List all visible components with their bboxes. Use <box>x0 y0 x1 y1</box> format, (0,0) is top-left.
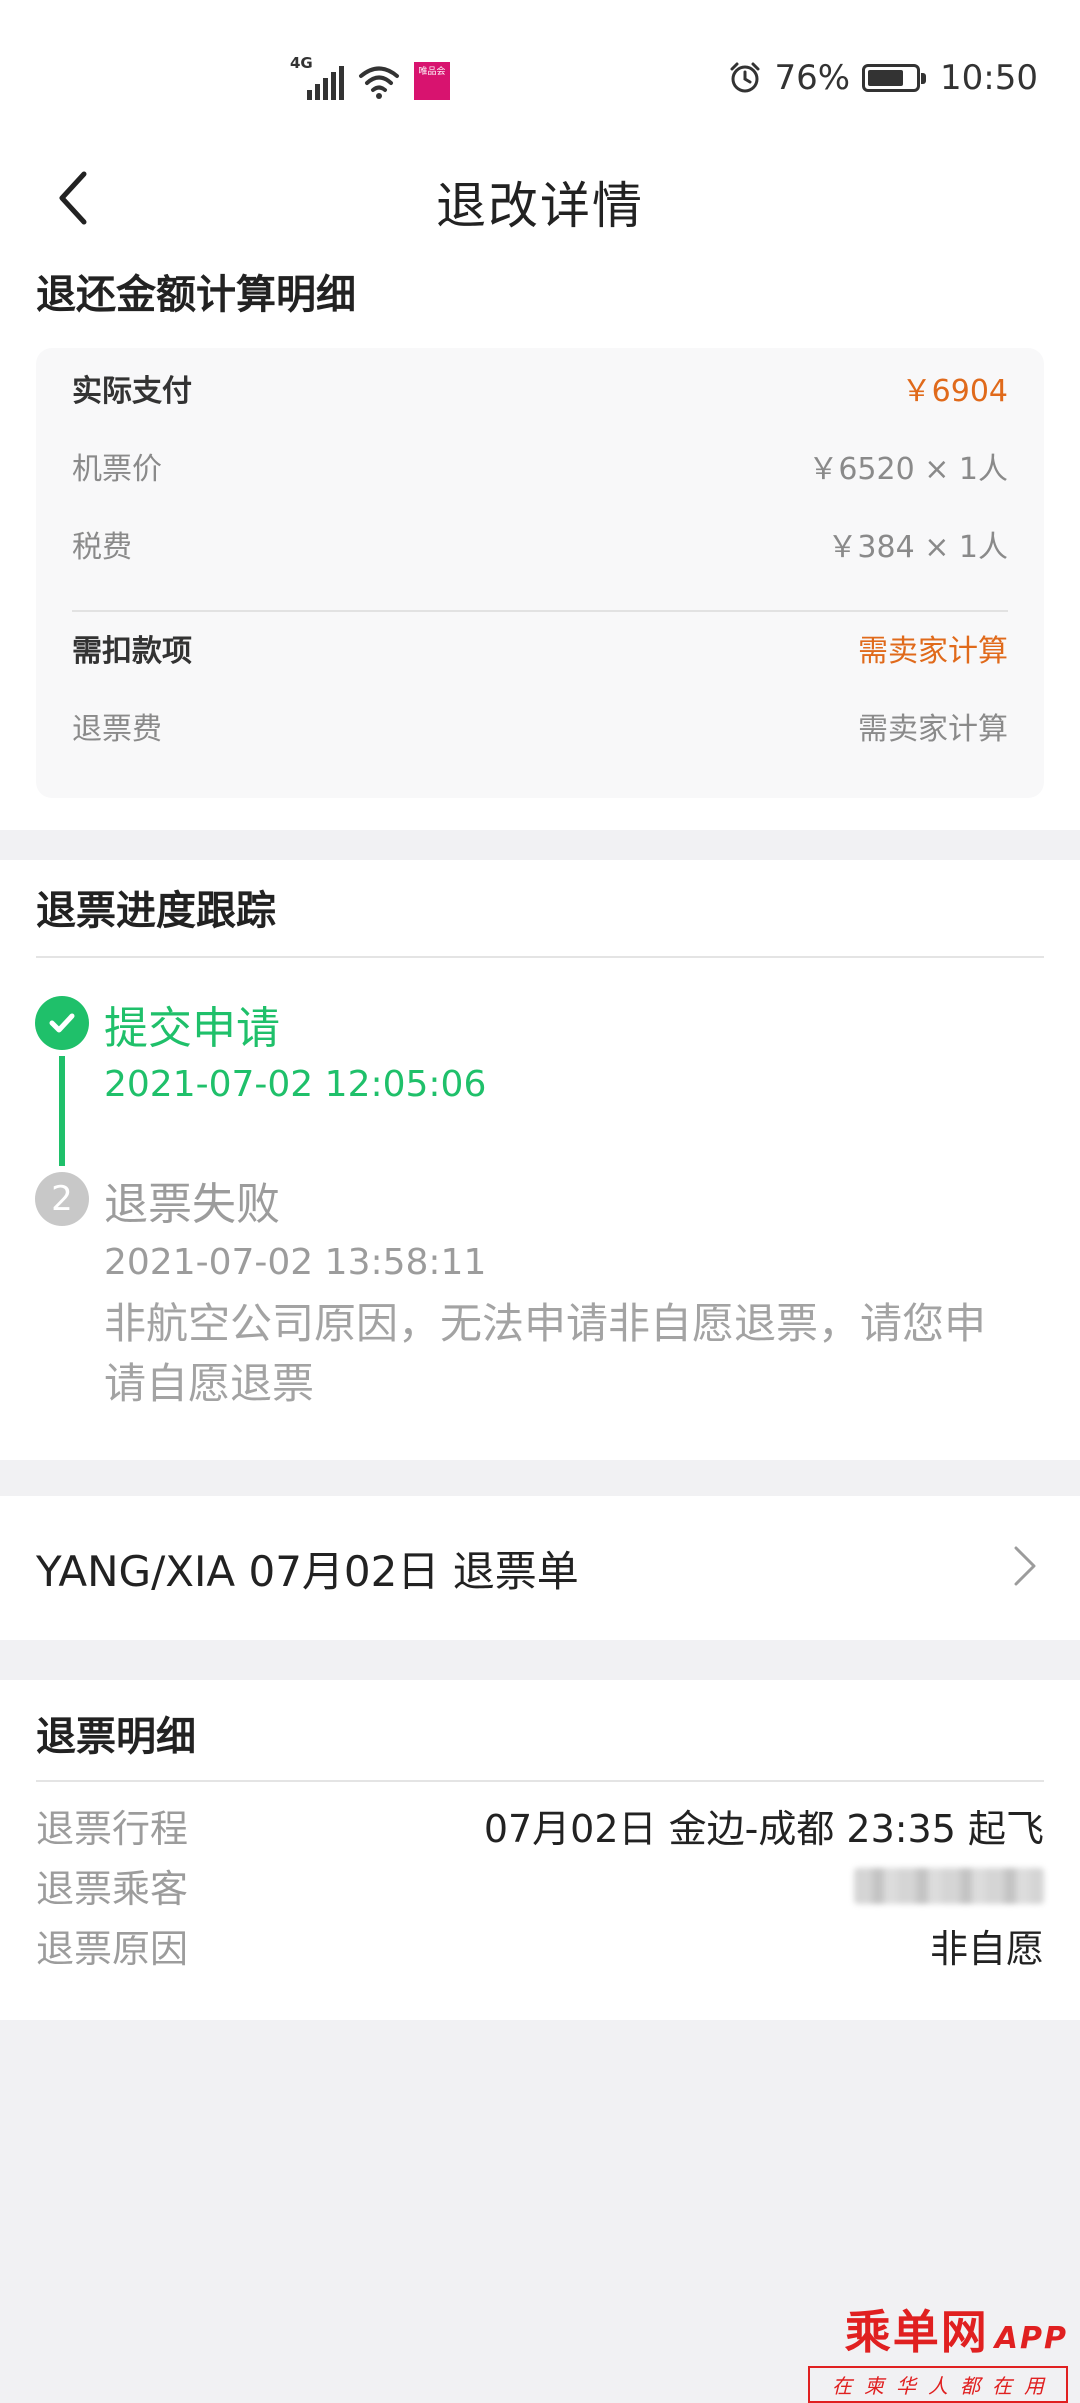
reason-value: 非自愿 <box>929 1927 1044 1971</box>
clock: 10:50 <box>940 58 1038 98</box>
page-title: 退改详情 <box>436 177 644 235</box>
refund-calc-box: 实际支付 ￥6904 机票价 ￥6520 × 1人 税费 ￥384 × 1人 需… <box>36 348 1044 798</box>
refund-fee-value: 需卖家计算 <box>858 712 1008 747</box>
refund-detail-card: 退票明细 退票行程 07月02日 金边-成都 23:35 起飞 退票乘客 退票原… <box>0 1680 1080 2020</box>
chevron-right-icon <box>1014 1546 1036 1586</box>
itinerary-label: 退票行程 <box>36 1807 189 1851</box>
refund-calc-title: 退还金额计算明细 <box>36 272 356 318</box>
status-right: 76% 10:50 <box>728 56 1038 100</box>
actual-pay-value: ￥6904 <box>901 374 1008 409</box>
step-2-time: 2021-07-02 13:58:11 <box>104 1242 487 1283</box>
step-2-title: 退票失败 <box>104 1179 280 1230</box>
itinerary-row: 退票行程 07月02日 金边-成都 23:35 起飞 <box>36 1798 1044 1853</box>
battery-icon <box>862 64 927 92</box>
step-1-title: 提交申请 <box>104 1003 280 1054</box>
battery-percent: 76% <box>774 58 851 98</box>
wifi-icon <box>359 66 399 99</box>
status-left: 4G 唯品会 <box>290 54 450 100</box>
actual-pay-label: 实际支付 <box>72 374 192 409</box>
alarm-icon <box>730 62 760 93</box>
progress-card: 退票进度跟踪 提交申请 2021-07-02 12:05:06 2 退票失败 2… <box>0 860 1080 1460</box>
ticket-price-row: 机票价 ￥6520 × 1人 <box>72 444 1008 488</box>
step-2-desc: 非航空公司原因，无法申请非自愿退票，请您申请自愿退票 <box>104 1299 987 1408</box>
progress-title: 退票进度跟踪 <box>36 888 276 934</box>
step-2-number: 2 <box>35 1172 89 1226</box>
cellular-signal-icon: 4G <box>290 54 344 100</box>
watermark-slogan: 在柬华人都在用 <box>808 2366 1068 2403</box>
battery-level <box>868 70 903 86</box>
reason-row: 退票原因 非自愿 <box>36 1918 1044 1973</box>
watermark-app: APP <box>994 2321 1068 2356</box>
tax-row: 税费 ￥384 × 1人 <box>72 522 1008 566</box>
refund-calc-card: 退还金额计算明细 实际支付 ￥6904 机票价 ￥6520 × 1人 税费 ￥3… <box>0 250 1080 830</box>
ticket-price-value: ￥6520 × 1人 <box>808 452 1008 487</box>
deduction-value: 需卖家计算 <box>858 634 1008 669</box>
actual-pay-row: 实际支付 ￥6904 <box>72 366 1008 410</box>
refund-detail-title: 退票明细 <box>36 1714 196 1760</box>
ticket-price-label: 机票价 <box>72 452 162 487</box>
refund-fee-row: 退票费 需卖家计算 <box>72 704 1008 748</box>
passenger-row: 退票乘客 <box>36 1858 1044 1913</box>
calc-divider <box>72 610 1008 612</box>
step-1-time: 2021-07-02 12:05:06 <box>104 1064 487 1105</box>
step-connector <box>59 1056 65 1166</box>
itinerary-value: 07月02日 金边-成都 23:35 起飞 <box>483 1807 1044 1851</box>
reason-label: 退票原因 <box>36 1927 189 1971</box>
screen: 4G 唯品会 76% 10:50 退改详情 退还金额计算明细 实际支付 ￥690… <box>0 0 1080 2403</box>
watermark-brand: 乘单网 <box>844 2305 989 2359</box>
progress-title-divider <box>36 956 1044 958</box>
status-bar: 4G 唯品会 76% 10:50 <box>0 0 1080 150</box>
watermark-logo: 乘单网 APP 在柬华人都在用 <box>808 2296 1068 2403</box>
tax-label: 税费 <box>72 530 132 565</box>
refund-order-text: YANG/XIA 07月02日 退票单 <box>36 1547 579 1596</box>
tax-value: ￥384 × 1人 <box>827 530 1008 565</box>
app-notification-icon: 唯品会 <box>414 62 450 100</box>
deduction-row: 需扣款项 需卖家计算 <box>72 626 1008 670</box>
passenger-label: 退票乘客 <box>36 1867 189 1911</box>
detail-title-divider <box>36 1780 1044 1782</box>
refund-fee-label: 退票费 <box>72 712 162 747</box>
nav-bar: 退改详情 <box>0 150 1080 250</box>
deduction-label: 需扣款项 <box>72 634 192 669</box>
check-icon <box>35 996 89 1050</box>
refund-order-link[interactable]: YANG/XIA 07月02日 退票单 <box>0 1496 1080 1640</box>
passenger-name-redacted <box>854 1867 1044 1904</box>
